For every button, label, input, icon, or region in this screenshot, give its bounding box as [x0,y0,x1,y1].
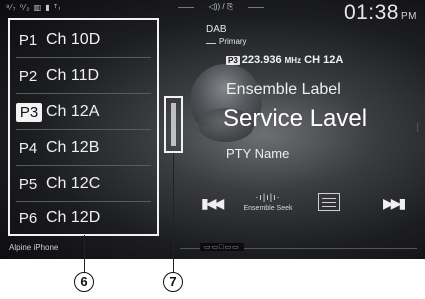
preset-list-icon[interactable] [318,193,340,211]
preset-number: P6 [18,209,38,227]
clock: 01:38 PM [344,1,417,25]
preset-item-p4[interactable]: P4 Ch 12B [10,130,157,166]
callout-leader-6 [84,235,85,272]
callout-6: 6 [74,272,94,292]
scrollbar[interactable] [164,96,183,153]
skip-forward-icon[interactable]: ▶▶▮ [383,195,406,212]
clock-time: 01:38 [343,1,399,24]
volume-status-icon: ◁)) / ⎘ [178,2,264,12]
band-label: DAB [206,24,227,35]
preset-item-p6[interactable]: P6 Ch 12D [10,200,157,236]
status-icons: ⁹⁄₇ ⁰⁄₂ ▥ ▮ ᵀₗ [6,3,61,12]
preset-channel: Ch 12A [46,103,100,120]
clock-ampm: PM [401,11,417,22]
status-bar: ⁹⁄₇ ⁰⁄₂ ▥ ▮ ᵀₗ ◁)) / ⎘ 01:38 PM [0,0,425,24]
ensemble-seek-button[interactable]: ·ı|ı|ı· Ensemble Seek [232,192,304,212]
preset-item-p2[interactable]: P2 Ch 11D [10,58,157,94]
preset-number: P2 [18,67,38,85]
preset-channel: Ch 12C [46,175,101,192]
preset-item-p3[interactable]: P3 Ch 12A [10,94,157,130]
head-unit-screen: ⁹⁄₇ ⁰⁄₂ ▥ ▮ ᵀₗ ◁)) / ⎘ 01:38 PM | P1 Ch 1… [0,0,425,259]
frequency-unit: MHz [284,56,302,65]
callout-leader-7 [173,153,174,272]
seek-wave-icon: ·ı|ı|ı· [255,192,281,202]
bottom-bar: Alpine iPhone ▭▭□▭▭ [0,238,425,259]
preset-number: P4 [18,139,38,157]
preset-badge: P3 [226,56,240,65]
preset-channel: Ch 10D [46,31,101,48]
pty-label: PTY Name [226,146,290,161]
scrollbar-thumb[interactable] [171,103,176,146]
preset-list: P1 Ch 10D P2 Ch 11D P3 Ch 12A P4 Ch 12B … [8,18,159,236]
signal-icon [206,37,216,44]
preset-number: P5 [18,175,38,193]
skip-back-icon[interactable]: ▮◀◀ [201,195,224,212]
page-indicator: ▭▭□▭▭ [200,243,244,251]
ensemble-label: Ensemble Label [226,81,341,98]
seek-label: Ensemble Seek [243,205,293,212]
frequency-line: P3 223.936 MHz CH 12A [226,54,343,66]
channel-label: CH 12A [304,54,344,66]
preset-channel: Ch 12B [46,139,100,156]
preset-number: P1 [18,31,38,49]
primary-label: Primary [219,37,247,46]
callout-7: 7 [163,272,183,292]
frequency-value: 223.936 [241,54,282,66]
source-label: Alpine iPhone [9,243,59,252]
preset-item-p5[interactable]: P5 Ch 12C [10,166,157,202]
preset-item-p1[interactable]: P1 Ch 10D [10,22,157,58]
preset-channel: Ch 11D [46,67,100,84]
preset-number: P3 [16,102,42,122]
preset-channel: Ch 12D [46,209,101,226]
primary-indicator: Primary [206,37,247,46]
service-label: Service Lavel [223,105,368,132]
side-marker: | [416,122,419,133]
